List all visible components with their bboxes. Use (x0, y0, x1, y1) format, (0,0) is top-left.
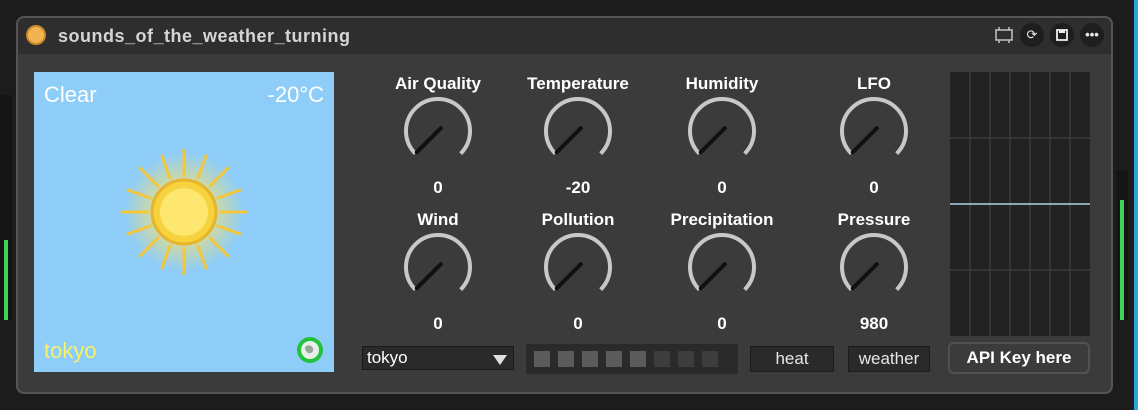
knob-value: 0 (433, 178, 443, 197)
knob-needle (698, 126, 727, 155)
knob-track (544, 97, 612, 156)
step-cell (582, 351, 598, 367)
knob-air-quality[interactable]: Air Quality 0 (368, 74, 508, 197)
knob-value: -20 (565, 178, 591, 197)
knob-label: Temperature (527, 74, 629, 93)
knob-pressure[interactable]: Pressure 980 (804, 210, 944, 333)
knob-value: 980 (859, 314, 889, 333)
more-options-icon[interactable]: ••• (1080, 23, 1104, 47)
step-cell (654, 351, 670, 367)
device-panel: sounds_of_the_weather_turning ⟳ ••• Clea… (16, 16, 1113, 394)
weather-condition: Clear (44, 82, 97, 107)
right-level-bar (1120, 200, 1124, 320)
knob-value: 0 (433, 314, 443, 333)
knob-label: Air Quality (395, 74, 481, 93)
knob-needle (850, 126, 879, 155)
step-indicator (526, 344, 738, 374)
weather-display: Clear -20°C tokyo (34, 72, 334, 372)
sun-icon (120, 148, 248, 276)
knob-dial[interactable] (403, 232, 473, 302)
knob-label: Wind (417, 210, 459, 229)
knob-pollution[interactable]: Pollution 0 (508, 210, 648, 333)
knob-track (840, 97, 908, 156)
left-level-meter (0, 95, 12, 320)
knob-dial[interactable] (839, 96, 909, 166)
knob-dial[interactable] (543, 96, 613, 166)
knob-temperature[interactable]: Temperature -20 (508, 74, 648, 197)
knob-dial[interactable] (543, 232, 613, 302)
device-title: sounds_of_the_weather_turning (58, 26, 351, 46)
knob-value: 0 (717, 314, 727, 333)
oscilloscope-display (950, 72, 1090, 336)
track-accent-line (1134, 0, 1138, 410)
knob-needle (698, 262, 727, 291)
right-level-meter (1116, 170, 1128, 320)
knob-label: Pressure (837, 210, 911, 229)
knob-dial[interactable] (403, 96, 473, 166)
knob-wind[interactable]: Wind 0 (368, 210, 508, 333)
knob-dial[interactable] (687, 232, 757, 302)
heat-button[interactable]: heat (750, 346, 834, 372)
device-power-button[interactable] (26, 25, 46, 45)
city-select-value: tokyo (367, 348, 408, 367)
weather-city: tokyo (44, 338, 97, 363)
city-select[interactable]: tokyo (362, 346, 514, 370)
step-cell (678, 351, 694, 367)
knob-needle (414, 262, 443, 291)
knob-precipitation[interactable]: Precipitation 0 (652, 210, 792, 333)
hot-swap-icon[interactable]: ⟳ (1020, 23, 1044, 47)
knob-dial[interactable] (839, 232, 909, 302)
weather-button[interactable]: weather (848, 346, 930, 372)
step-cell (558, 351, 574, 367)
map-icon[interactable] (994, 26, 1014, 44)
knob-track (840, 233, 908, 292)
knob-needle (554, 126, 583, 155)
api-key-button[interactable]: API Key here (948, 342, 1090, 374)
left-level-bar (4, 240, 8, 320)
knob-track (404, 233, 472, 292)
step-cell (534, 351, 550, 367)
knob-track (544, 233, 612, 292)
globe-icon[interactable] (296, 336, 324, 364)
knob-label: Pollution (541, 210, 615, 229)
knob-needle (850, 262, 879, 291)
knob-lfo[interactable]: LFO 0 (804, 74, 944, 197)
knob-track (688, 233, 756, 292)
knob-label: Precipitation (670, 210, 774, 229)
knob-value: 0 (717, 178, 727, 197)
knob-value: 0 (869, 178, 879, 197)
save-preset-icon[interactable] (1050, 23, 1074, 47)
knob-humidity[interactable]: Humidity 0 (652, 74, 792, 197)
knob-label: LFO (857, 74, 891, 93)
step-cell (606, 351, 622, 367)
chevron-down-icon[interactable] (493, 355, 507, 365)
device-titlebar: sounds_of_the_weather_turning ⟳ ••• (18, 18, 1111, 54)
knob-needle (414, 126, 443, 155)
knob-dial[interactable] (687, 96, 757, 166)
weather-temperature: -20°C (267, 82, 324, 107)
step-cell (702, 351, 718, 367)
step-cell (630, 351, 646, 367)
knob-track (404, 97, 472, 156)
knob-label: Humidity (685, 74, 759, 93)
knob-track (688, 97, 756, 156)
knob-needle (554, 262, 583, 291)
knob-value: 0 (573, 314, 583, 333)
